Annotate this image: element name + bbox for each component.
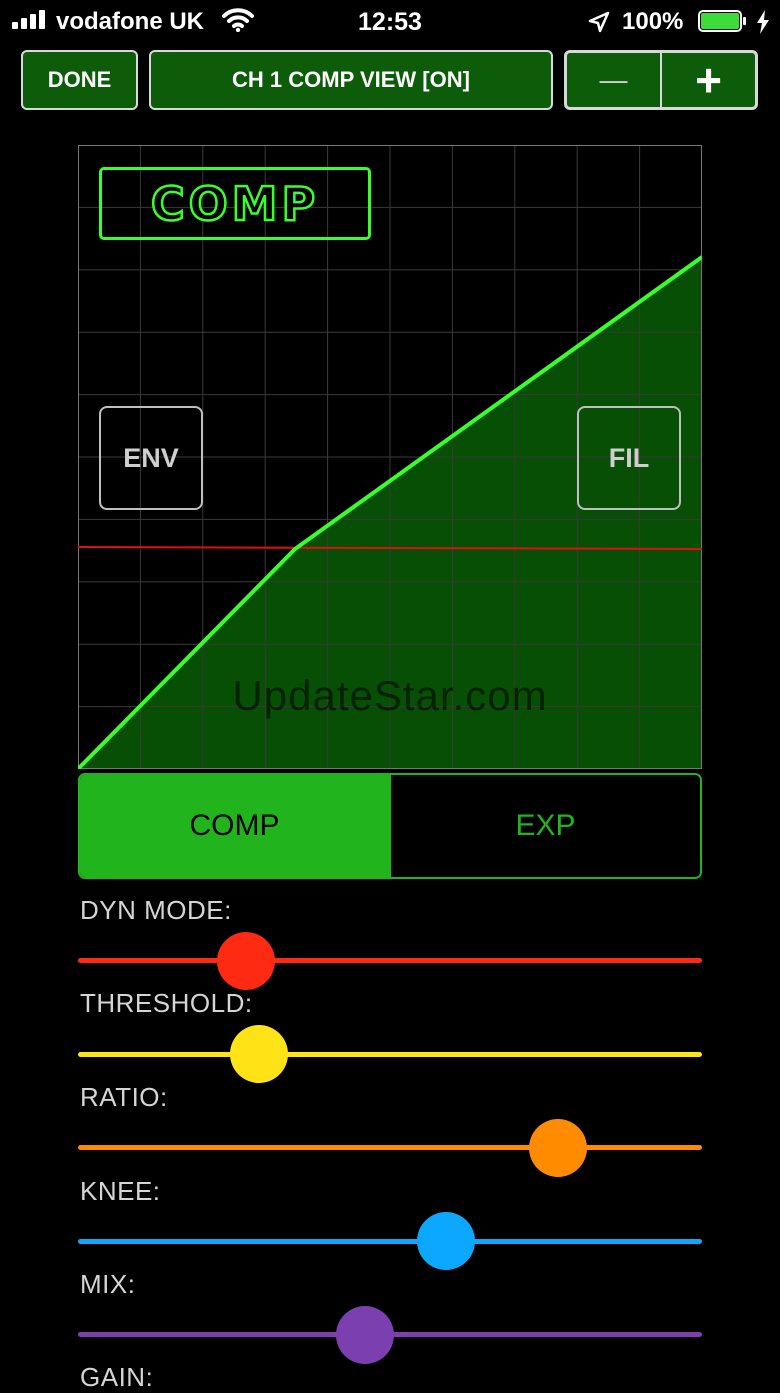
status-bar: vodafone UK 12:53 100% (0, 0, 780, 44)
threshold-track[interactable] (78, 1052, 702, 1057)
stepper: — + (564, 50, 758, 110)
env-button[interactable]: ENV (99, 406, 203, 510)
dyn-mode-thumb[interactable] (217, 932, 276, 990)
plus-button[interactable]: + (662, 53, 755, 107)
charging-icon (757, 10, 769, 34)
battery-icon (698, 10, 748, 34)
watermark: UpdateStar.com (232, 672, 548, 719)
threshold-thumb[interactable] (229, 1025, 288, 1083)
fil-button[interactable]: FIL (577, 406, 681, 510)
knee-label: KNEE: (80, 1176, 161, 1206)
battery-percent: 100% (622, 8, 684, 35)
dyn-mode-track[interactable] (78, 958, 702, 963)
dyn-mode-label: DYN MODE: (80, 895, 232, 925)
knee-thumb[interactable] (417, 1212, 476, 1270)
mode-comp-tab[interactable]: COMP (80, 775, 389, 877)
mode-exp-tab[interactable]: EXP (389, 775, 700, 877)
mix-thumb[interactable] (336, 1306, 395, 1364)
ratio-label: RATIO: (80, 1082, 168, 1112)
ratio-track[interactable] (78, 1145, 702, 1150)
knee-track[interactable] (78, 1239, 702, 1244)
channel-title-button[interactable]: CH 1 COMP VIEW [ON] (149, 50, 553, 110)
mix-label: MIX: (80, 1269, 136, 1299)
done-button[interactable]: DONE (21, 50, 138, 110)
mode-segmented-control: COMP EXP (78, 773, 702, 879)
ratio-thumb[interactable] (529, 1119, 588, 1177)
location-icon (588, 11, 610, 33)
comp-logo: COMP (99, 167, 371, 240)
comp-logo-text: COMP (150, 175, 320, 232)
minus-button[interactable]: — (567, 53, 662, 107)
threshold-label: THRESHOLD: (80, 988, 253, 1018)
gain-label: GAIN: (80, 1362, 154, 1392)
